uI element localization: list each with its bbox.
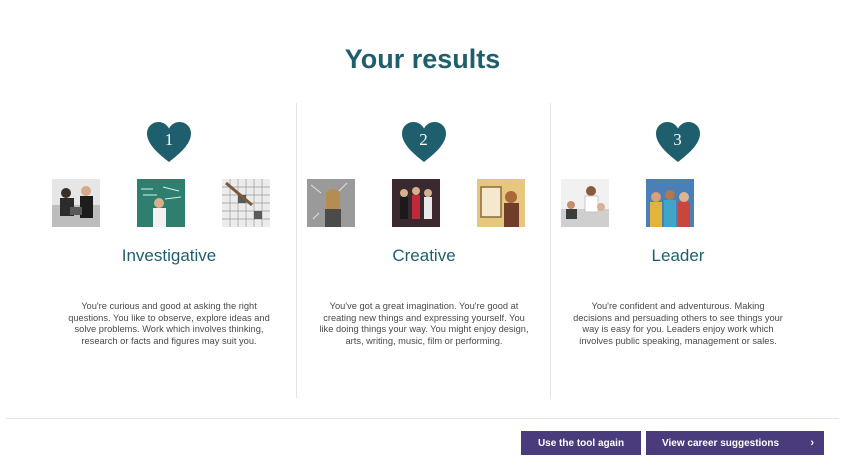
photo-lab-team bbox=[52, 179, 100, 227]
photo-strip bbox=[297, 179, 551, 229]
heart-icon: 1 bbox=[146, 121, 192, 163]
photo-chalkboard bbox=[137, 179, 185, 227]
result-card-creative: 2 Creative You've got a great imaginatio… bbox=[296, 103, 550, 398]
result-card-investigative: 1 Investigative You're curious and good … bbox=[42, 103, 296, 398]
trait-description: You're confident and adventurous. Making… bbox=[573, 301, 783, 346]
photo-performers bbox=[392, 179, 440, 227]
photo-strip bbox=[42, 179, 296, 229]
trait-description: You're curious and good at asking the ri… bbox=[68, 301, 270, 346]
trait-description: You've got a great imagination. You're g… bbox=[319, 301, 529, 346]
photo-meeting bbox=[561, 179, 609, 227]
page-title: Your results bbox=[344, 44, 501, 74]
view-career-suggestions-button[interactable]: View career suggestions › bbox=[646, 431, 824, 455]
photo-audience bbox=[646, 179, 694, 227]
view-career-suggestions-label: View career suggestions bbox=[662, 438, 780, 449]
chevron-right-icon: › bbox=[810, 437, 814, 449]
rank-number: 2 bbox=[419, 130, 428, 149]
photo-crossword bbox=[222, 179, 270, 227]
use-tool-again-button[interactable]: Use the tool again bbox=[521, 431, 641, 455]
footer-divider bbox=[6, 418, 839, 419]
results-columns: 1 Investigative You're curious and good … bbox=[42, 103, 806, 398]
heart-icon: 3 bbox=[655, 121, 701, 163]
result-card-leader: 3 Leader You're confident and adventurou… bbox=[550, 103, 804, 398]
photo-painter bbox=[477, 179, 525, 227]
trait-name: Creative bbox=[392, 246, 456, 265]
trait-name: Investigative bbox=[121, 246, 217, 265]
rank-number: 1 bbox=[164, 130, 174, 149]
photo-thinking-girl bbox=[307, 179, 355, 227]
trait-name: Leader bbox=[651, 246, 705, 265]
photo-strip bbox=[551, 179, 805, 229]
results-page: Your results 1 Investigative You're curi… bbox=[0, 0, 845, 457]
heart-icon: 2 bbox=[401, 121, 447, 163]
rank-number: 3 bbox=[673, 130, 682, 149]
